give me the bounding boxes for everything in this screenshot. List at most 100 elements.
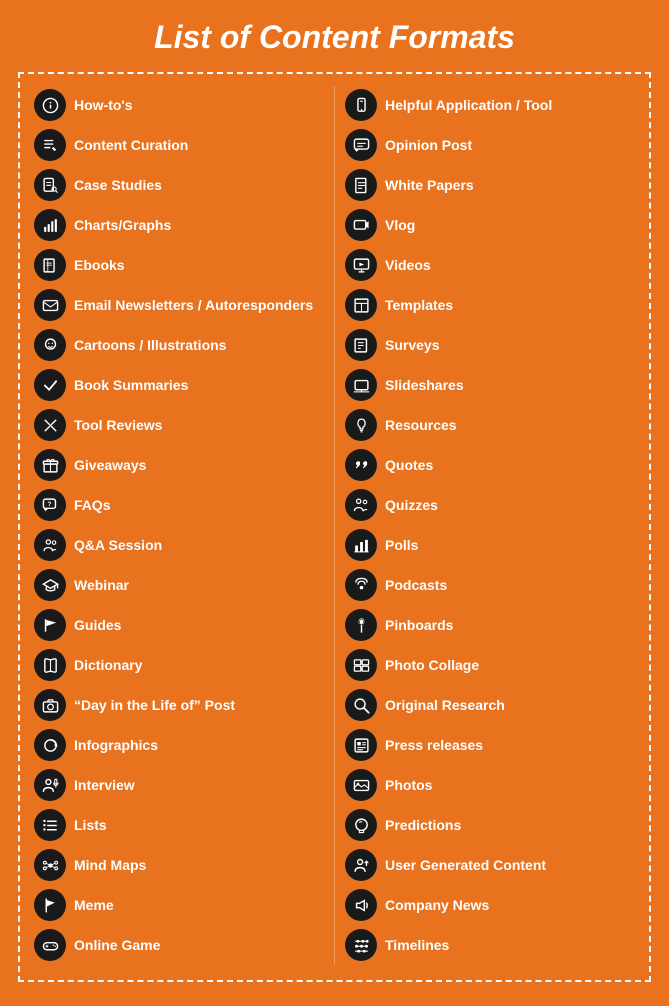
item-label: Timelines <box>385 937 449 954</box>
item-label: Predictions <box>385 817 461 834</box>
item-label: How-to's <box>74 97 133 114</box>
item-icon <box>345 929 377 961</box>
item-label: Photo Collage <box>385 657 479 674</box>
item-icon <box>345 249 377 281</box>
item-icon <box>345 889 377 921</box>
list-item: Webinar <box>30 566 328 604</box>
item-label: Interview <box>74 777 135 794</box>
item-icon <box>34 889 66 921</box>
item-label: Guides <box>74 617 121 634</box>
list-item: Photos <box>341 766 639 804</box>
item-icon <box>34 529 66 561</box>
list-item: Press releases <box>341 726 639 764</box>
list-item: White Papers <box>341 166 639 204</box>
list-item: Ebooks <box>30 246 328 284</box>
item-label: FAQs <box>74 497 111 514</box>
list-item: How-to's <box>30 86 328 124</box>
item-icon <box>345 89 377 121</box>
list-item: Q&A Session <box>30 526 328 564</box>
item-label: Helpful Application / Tool <box>385 97 552 114</box>
item-label: Q&A Session <box>74 537 162 554</box>
item-label: Polls <box>385 537 418 554</box>
item-label: Online Game <box>74 937 160 954</box>
item-label: Templates <box>385 297 453 314</box>
item-icon <box>345 449 377 481</box>
item-label: Press releases <box>385 737 483 754</box>
item-icon <box>345 689 377 721</box>
item-icon: ? <box>34 489 66 521</box>
item-label: Ebooks <box>74 257 125 274</box>
item-icon <box>34 449 66 481</box>
item-icon <box>34 769 66 801</box>
list-item: Vlog <box>341 206 639 244</box>
item-icon <box>345 569 377 601</box>
item-icon <box>34 689 66 721</box>
list-item: “Day in the Life of” Post <box>30 686 328 724</box>
list-item: ? FAQs <box>30 486 328 524</box>
list-item: Quizzes <box>341 486 639 524</box>
item-icon <box>34 169 66 201</box>
item-label: Case Studies <box>74 177 162 194</box>
right-column: Helpful Application / ToolOpinion PostWh… <box>341 86 639 964</box>
item-label: Webinar <box>74 577 129 594</box>
item-icon <box>34 809 66 841</box>
item-label: Content Curation <box>74 137 188 154</box>
list-item: Resources <box>341 406 639 444</box>
item-icon <box>345 489 377 521</box>
item-label: Videos <box>385 257 431 274</box>
column-divider <box>334 86 335 964</box>
item-icon <box>34 569 66 601</box>
list-item: Dictionary <box>30 646 328 684</box>
item-icon <box>345 809 377 841</box>
item-icon <box>34 209 66 241</box>
item-icon <box>34 849 66 881</box>
item-icon <box>345 369 377 401</box>
list-item: Timelines <box>341 926 639 964</box>
list-item: Infographics <box>30 726 328 764</box>
item-icon <box>34 929 66 961</box>
list-item: Guides <box>30 606 328 644</box>
page-container: List of Content Formats How-to'sContent … <box>18 18 651 982</box>
item-icon <box>345 169 377 201</box>
item-label: Company News <box>385 897 489 914</box>
list-item: Podcasts <box>341 566 639 604</box>
item-label: Infographics <box>74 737 158 754</box>
item-icon <box>345 649 377 681</box>
list-item: Pinboards <box>341 606 639 644</box>
item-icon <box>34 729 66 761</box>
item-icon <box>345 769 377 801</box>
item-icon <box>34 409 66 441</box>
columns-container: How-to's Content Curation Case Studies Char… <box>30 86 639 964</box>
item-icon <box>34 609 66 641</box>
item-label: Giveaways <box>74 457 146 474</box>
item-label: Resources <box>385 417 457 434</box>
list-item: Quotes <box>341 446 639 484</box>
list-item: Helpful Application / Tool <box>341 86 639 124</box>
item-label: Photos <box>385 777 432 794</box>
list-item: Company News <box>341 886 639 924</box>
item-icon <box>34 129 66 161</box>
list-item: Interview <box>30 766 328 804</box>
item-label: Email Newsletters / Autoresponders <box>74 297 313 314</box>
item-icon <box>345 289 377 321</box>
item-label: Original Research <box>385 697 505 714</box>
item-label: Pinboards <box>385 617 453 634</box>
list-item: Charts/Graphs <box>30 206 328 244</box>
list-item: Online Game <box>30 926 328 964</box>
item-icon <box>345 849 377 881</box>
item-label: Tool Reviews <box>74 417 162 434</box>
item-label: Mind Maps <box>74 857 146 874</box>
list-item: Book Summaries <box>30 366 328 404</box>
item-icon <box>345 409 377 441</box>
item-label: Meme <box>74 897 114 914</box>
left-column: How-to's Content Curation Case Studies Char… <box>30 86 328 964</box>
list-item: Lists <box>30 806 328 844</box>
item-label: Podcasts <box>385 577 447 594</box>
item-icon <box>34 89 66 121</box>
list-item: Tool Reviews <box>30 406 328 444</box>
list-item: Original Research <box>341 686 639 724</box>
content-border: How-to's Content Curation Case Studies Char… <box>18 72 651 982</box>
list-item: Templates <box>341 286 639 324</box>
item-icon <box>34 329 66 361</box>
item-icon <box>34 289 66 321</box>
